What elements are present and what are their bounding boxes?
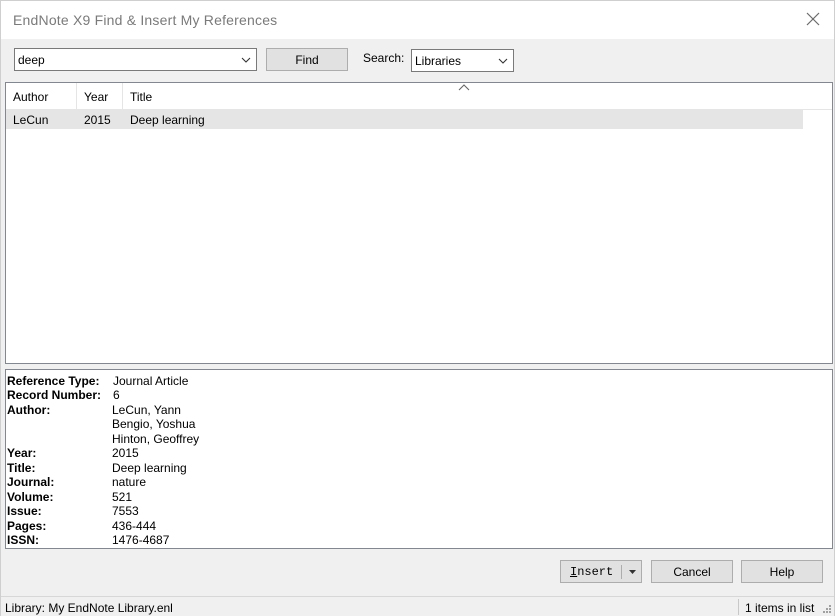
chevron-down-icon (498, 58, 508, 64)
column-header-year[interactable]: Year (77, 83, 123, 110)
detail-value: 1476-4687 (112, 533, 170, 547)
detail-value: nature (112, 475, 147, 489)
search-combobox[interactable] (14, 48, 257, 71)
cell-year: 2015 (84, 113, 111, 127)
detail-value: Hinton, Geoffrey (112, 432, 200, 446)
detail-value: Journal Article (113, 374, 189, 388)
search-dropdown-button[interactable] (238, 51, 254, 68)
insert-button[interactable]: Insert (560, 560, 642, 583)
window-title: EndNote X9 Find & Insert My References (13, 12, 278, 28)
detail-label: Journal: (7, 475, 55, 489)
detail-label: Year: (7, 446, 37, 460)
detail-label: Author: (7, 403, 51, 417)
resize-grip-icon[interactable] (822, 604, 832, 614)
close-button[interactable] (798, 5, 828, 33)
cancel-button[interactable]: Cancel (651, 560, 733, 583)
insert-button-label: Insert (570, 565, 614, 579)
detail-value: Deep learning (112, 461, 187, 475)
column-header-author[interactable]: Author (6, 83, 77, 110)
detail-label: ISSN: (7, 533, 40, 547)
detail-value: 6 (113, 388, 120, 402)
results-list[interactable]: Author Year Title LeCun 2015 Deep learni… (5, 82, 833, 364)
status-item-count: 1 items in list (745, 601, 815, 615)
search-input[interactable] (15, 49, 235, 70)
insert-split-divider (621, 565, 622, 579)
cell-title: Deep learning (130, 113, 205, 127)
close-icon (806, 12, 820, 26)
detail-value: Bengio, Yoshua (112, 417, 196, 431)
status-bar: Library: My EndNote Library.enl 1 items … (1, 596, 834, 616)
scope-dropdown-button[interactable] (495, 52, 511, 69)
title-bar: EndNote X9 Find & Insert My References (1, 1, 834, 39)
detail-value: 7553 (112, 504, 139, 518)
detail-label: Issue: (7, 504, 42, 518)
find-insert-dialog: EndNote X9 Find & Insert My References F… (0, 0, 835, 616)
search-scope-select[interactable]: Libraries (411, 49, 514, 72)
cell-author: LeCun (13, 113, 49, 127)
chevron-down-icon (241, 57, 251, 63)
caret-down-icon (628, 570, 636, 574)
detail-label: Volume: (7, 490, 54, 504)
status-library: Library: My EndNote Library.enl (5, 601, 173, 615)
detail-value: 521 (112, 490, 133, 504)
sort-ascending-icon (458, 84, 470, 91)
detail-value: 436-444 (112, 519, 157, 533)
table-row[interactable]: LeCun 2015 Deep learning (6, 110, 803, 129)
status-divider (738, 599, 739, 615)
detail-value: LeCun, Yann (112, 403, 181, 417)
list-header: Author Year Title (6, 83, 832, 110)
insert-options-dropdown[interactable] (625, 566, 639, 578)
help-button[interactable]: Help (741, 560, 823, 583)
detail-label: Reference Type: (7, 374, 100, 388)
reference-preview-panel: Reference Type: Journal Article Record N… (5, 369, 833, 549)
detail-label: Pages: (7, 519, 47, 533)
search-scope-label: Search: (363, 51, 405, 65)
search-scope-value: Libraries (415, 54, 462, 68)
detail-value: 2015 (112, 446, 139, 460)
detail-label: Record Number: (7, 388, 102, 402)
find-button[interactable]: Find (266, 48, 348, 71)
detail-label: Title: (7, 461, 36, 475)
